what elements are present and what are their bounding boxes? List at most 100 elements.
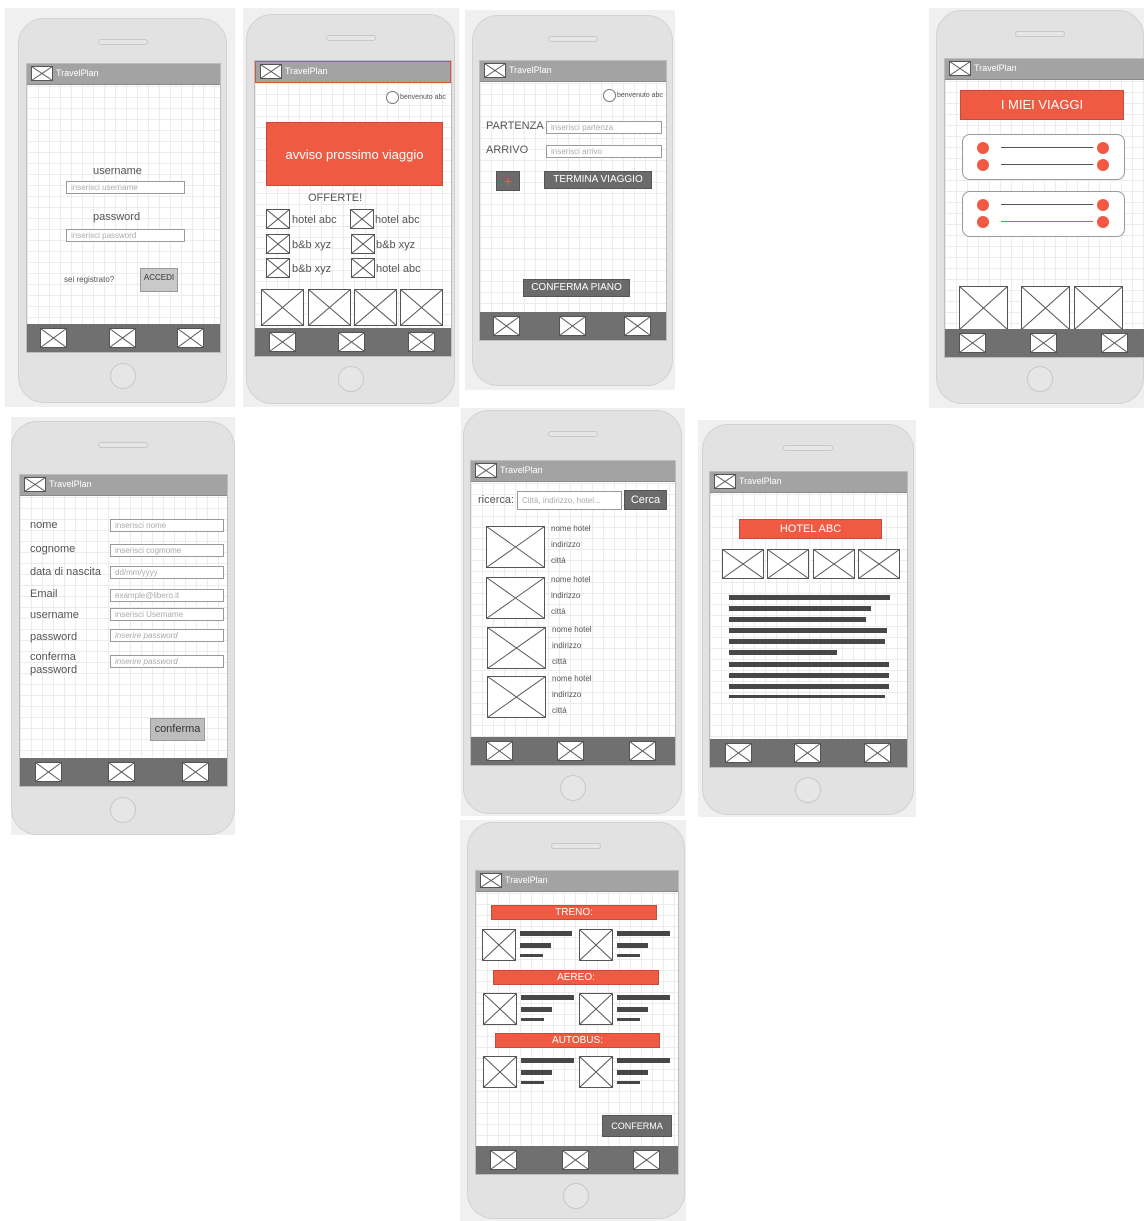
birthdate-input[interactable]: dd/mm/yyyy <box>110 566 224 579</box>
trip-line <box>1001 164 1093 165</box>
detail-line <box>521 1081 544 1084</box>
add-stop-button[interactable]: + <box>496 171 520 191</box>
app-header: TravelPlan <box>20 475 227 496</box>
text-line <box>729 673 889 678</box>
text-line <box>729 617 866 622</box>
detail-line <box>521 1070 552 1075</box>
surname-label: cognome <box>30 543 76 555</box>
detail-line <box>520 954 543 957</box>
phone-hotel: TravelPlan HOTEL ABC <box>702 424 914 815</box>
password-label: password <box>93 211 141 223</box>
hotel-name: nome hotel <box>552 674 592 683</box>
trip-end-dot <box>1097 159 1109 171</box>
registered-link[interactable]: sei registrato? <box>64 275 114 284</box>
train-option[interactable] <box>482 929 577 963</box>
confirm-button[interactable]: conferma <box>150 718 205 741</box>
trips-screen: TravelPlan I MIEI VIAGGI <box>944 58 1144 358</box>
confirm-password-input[interactable]: inserire password <box>110 655 224 668</box>
plane-option[interactable] <box>483 993 578 1027</box>
phone-speaker <box>97 39 148 45</box>
login-button[interactable]: ACCEDI <box>140 268 178 292</box>
trip-card[interactable] <box>962 191 1125 237</box>
app-header: TravelPlan <box>471 461 675 482</box>
email-input[interactable]: example@libero.it <box>110 589 224 602</box>
detail-line <box>521 995 574 1000</box>
trip-end-dot <box>1097 142 1109 154</box>
bottom-nav <box>710 739 907 767</box>
login-screen: TravelPlan username inserisci username p… <box>26 63 221 353</box>
password-input[interactable]: inserisci password <box>66 229 185 242</box>
bus-option[interactable] <box>579 1056 674 1090</box>
app-title: TravelPlan <box>509 65 552 75</box>
hotel-city: città <box>552 706 567 715</box>
bottom-nav <box>255 328 451 356</box>
search-input[interactable]: Città, indirizzo, hotel... <box>517 491 622 510</box>
trip-end-dot <box>1097 216 1109 228</box>
bottom-nav <box>945 329 1144 357</box>
bottom-nav <box>20 758 227 786</box>
welcome-text: benvenuto abc <box>400 94 446 101</box>
profile-avatar[interactable] <box>603 89 616 102</box>
trip-card[interactable] <box>962 134 1125 180</box>
departure-input[interactable]: inserisci partenza <box>546 121 662 134</box>
trip-end-dot <box>1097 199 1109 211</box>
search-result[interactable]: nome hotel indirizzo città <box>486 575 666 619</box>
hotel-address: indirizzo <box>552 690 582 699</box>
bus-option[interactable] <box>483 1056 578 1090</box>
phone-home-button <box>795 777 821 803</box>
search-button[interactable]: Cerca <box>624 490 667 510</box>
trip-line <box>1001 204 1093 205</box>
birthdate-label: data di nascita <box>30 566 101 578</box>
train-option[interactable] <box>579 929 674 963</box>
password-input[interactable]: inserire password <box>110 629 224 642</box>
search-result[interactable]: nome hotel indirizzo città <box>486 524 666 568</box>
profile-avatar[interactable] <box>386 91 399 104</box>
name-input[interactable]: inserisci nome <box>110 519 224 532</box>
next-trip-banner[interactable]: avviso prossimo viaggio <box>266 122 443 186</box>
detail-line <box>521 1007 552 1012</box>
surname-input[interactable]: inserisci cogmome <box>110 544 224 557</box>
username-input[interactable]: inserisci username <box>66 181 185 194</box>
trip-start-dot <box>977 216 989 228</box>
text-line <box>729 695 885 698</box>
search-result[interactable]: nome hotel indirizzo città <box>487 674 667 718</box>
app-header: TravelPlan <box>476 871 678 892</box>
name-label: nome <box>30 519 58 531</box>
text-line <box>729 662 889 667</box>
hotel-city: città <box>551 556 566 565</box>
plane-option[interactable] <box>579 993 674 1027</box>
phone-speaker <box>547 431 598 437</box>
search-result[interactable]: nome hotel indirizzo città <box>487 625 667 669</box>
app-header: TravelPlan <box>480 61 666 82</box>
detail-line <box>521 1018 544 1021</box>
detail-line <box>617 931 670 936</box>
offer-label: b&b xyz <box>376 239 416 251</box>
phone-speaker <box>547 36 598 42</box>
confirm-plan-button[interactable]: CONFERMA PIANO <box>523 279 630 297</box>
app-title: TravelPlan <box>739 476 782 486</box>
trip-line <box>1001 221 1093 222</box>
bus-section-title: AUTOBUS: <box>495 1033 660 1048</box>
transport-screen: TravelPlan TRENO: AEREO: AUTOBUS: CONFER… <box>475 870 679 1175</box>
app-title: TravelPlan <box>505 875 548 885</box>
phone-home-button <box>1027 366 1053 392</box>
hotel-title: HOTEL ABC <box>739 519 882 539</box>
bottom-nav <box>27 324 220 352</box>
phone-register: TravelPlan nome inserisci nome cognome i… <box>11 421 235 835</box>
text-line <box>729 684 889 689</box>
app-title: TravelPlan <box>974 63 1017 73</box>
search-label: ricerca: <box>478 494 515 506</box>
arrival-input[interactable]: inserisci arrivo <box>546 145 662 158</box>
end-trip-button[interactable]: TERMINA VIAGGIO <box>544 171 652 189</box>
confirm-button[interactable]: CONFERMA <box>602 1115 672 1137</box>
username-input[interactable]: inserisci Username <box>110 608 224 621</box>
hotel-city: città <box>552 657 567 666</box>
offers-title: OFFERTE! <box>308 192 363 204</box>
offer-label: hotel abc <box>375 214 420 226</box>
detail-line <box>617 1058 670 1063</box>
username-label: username <box>30 609 79 621</box>
offer-label: b&b xyz <box>292 239 332 251</box>
phone-speaker <box>98 442 148 448</box>
plan-screen: TravelPlan benvenuto abc PARTENZA inseri… <box>479 60 667 341</box>
phone-plan: TravelPlan benvenuto abc PARTENZA inseri… <box>472 15 673 386</box>
